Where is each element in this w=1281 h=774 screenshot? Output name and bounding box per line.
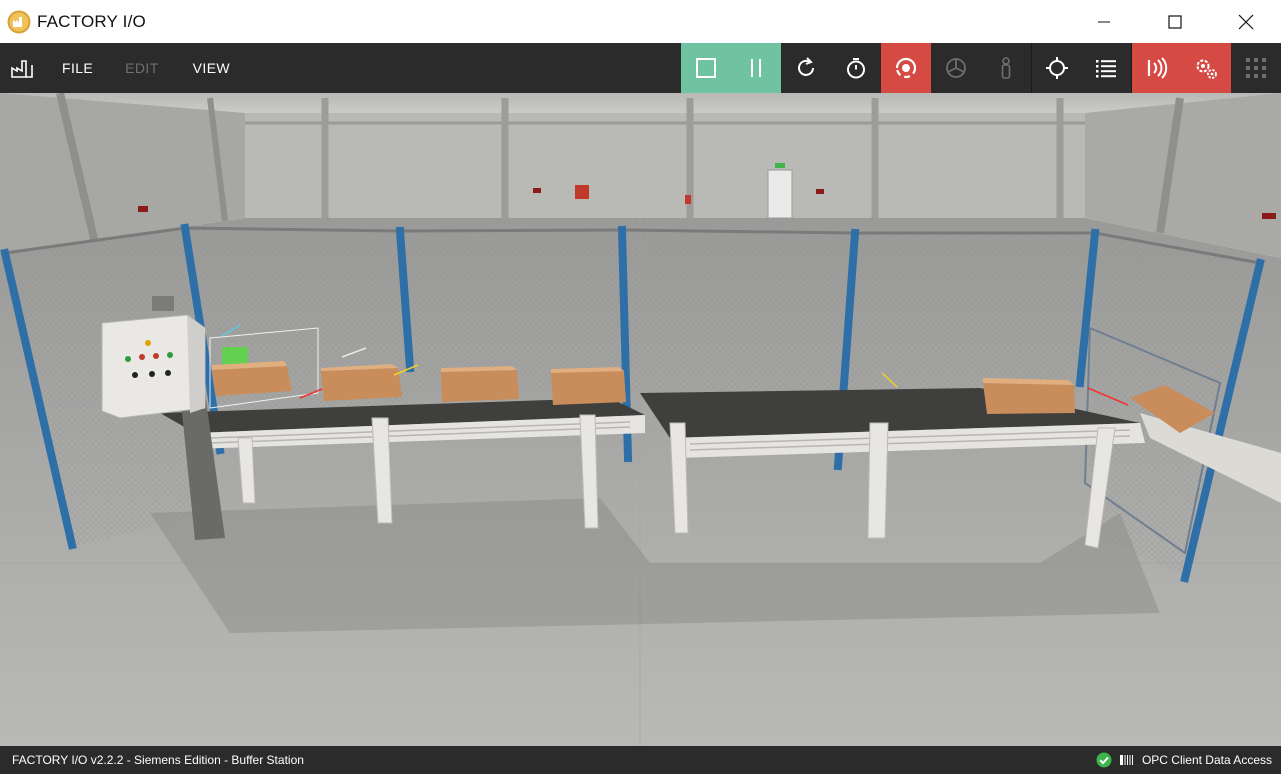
target-button[interactable]: [1031, 43, 1081, 93]
status-bar: FACTORY I/O v2.2.2 - Siemens Edition - B…: [0, 746, 1281, 774]
orbit-camera-button[interactable]: [881, 43, 931, 93]
version-scene-label: FACTORY I/O v2.2.2 - Siemens Edition - B…: [12, 753, 304, 767]
pause-button[interactable]: [731, 43, 781, 93]
menu-file[interactable]: FILE: [48, 43, 107, 93]
reset-icon: [798, 57, 814, 76]
minimize-button[interactable]: [1068, 0, 1139, 43]
minimize-icon: [1097, 21, 1110, 22]
first-person-icon: [1001, 57, 1011, 79]
factory-io-window: FACTORY I/O FILE EDIT VIEW FACTORY I/O v…: [0, 0, 1281, 774]
fly-camera-icon: [946, 58, 966, 78]
maximize-button[interactable]: [1139, 0, 1210, 43]
factory-icon: [11, 60, 33, 78]
title-bar: FACTORY I/O: [0, 0, 1281, 43]
scene-viewport[interactable]: [0, 93, 1281, 746]
simulation-tools: [681, 43, 1281, 93]
driver-status-label[interactable]: OPC Client Data Access: [1142, 753, 1272, 767]
close-icon: [1238, 14, 1253, 29]
timer-icon: [847, 58, 865, 79]
factory-scene: [0, 93, 1281, 746]
timer-button[interactable]: [831, 43, 881, 93]
maximize-icon: [1167, 14, 1182, 29]
stop-icon: [696, 58, 716, 78]
fly-camera-button[interactable]: [931, 43, 981, 93]
home-button[interactable]: [0, 43, 44, 93]
sensor-icon: [1147, 57, 1167, 79]
check-circle-icon: [1096, 752, 1112, 768]
grid-icon: [1246, 58, 1266, 78]
main-toolbar: FILE EDIT VIEW: [0, 43, 1281, 93]
list-button[interactable]: [1081, 43, 1131, 93]
stop-button[interactable]: [681, 43, 731, 93]
pause-icon: [751, 59, 761, 77]
target-icon: [1045, 57, 1068, 79]
camera-orbit-icon: [895, 57, 917, 79]
menu-edit[interactable]: EDIT: [111, 43, 173, 93]
grid-button[interactable]: [1231, 43, 1281, 93]
drivers-button[interactable]: [1181, 43, 1231, 93]
window-title: FACTORY I/O: [37, 11, 146, 31]
close-button[interactable]: [1210, 0, 1281, 43]
factory-io-logo-icon: [7, 10, 31, 33]
first-person-button[interactable]: [981, 43, 1031, 93]
sensor-button[interactable]: [1131, 43, 1181, 93]
list-icon: [1096, 60, 1116, 78]
menu-view[interactable]: VIEW: [179, 43, 244, 93]
reset-button[interactable]: [781, 43, 831, 93]
drivers-icon: [1196, 59, 1217, 79]
driver-icon: [1119, 755, 1133, 765]
